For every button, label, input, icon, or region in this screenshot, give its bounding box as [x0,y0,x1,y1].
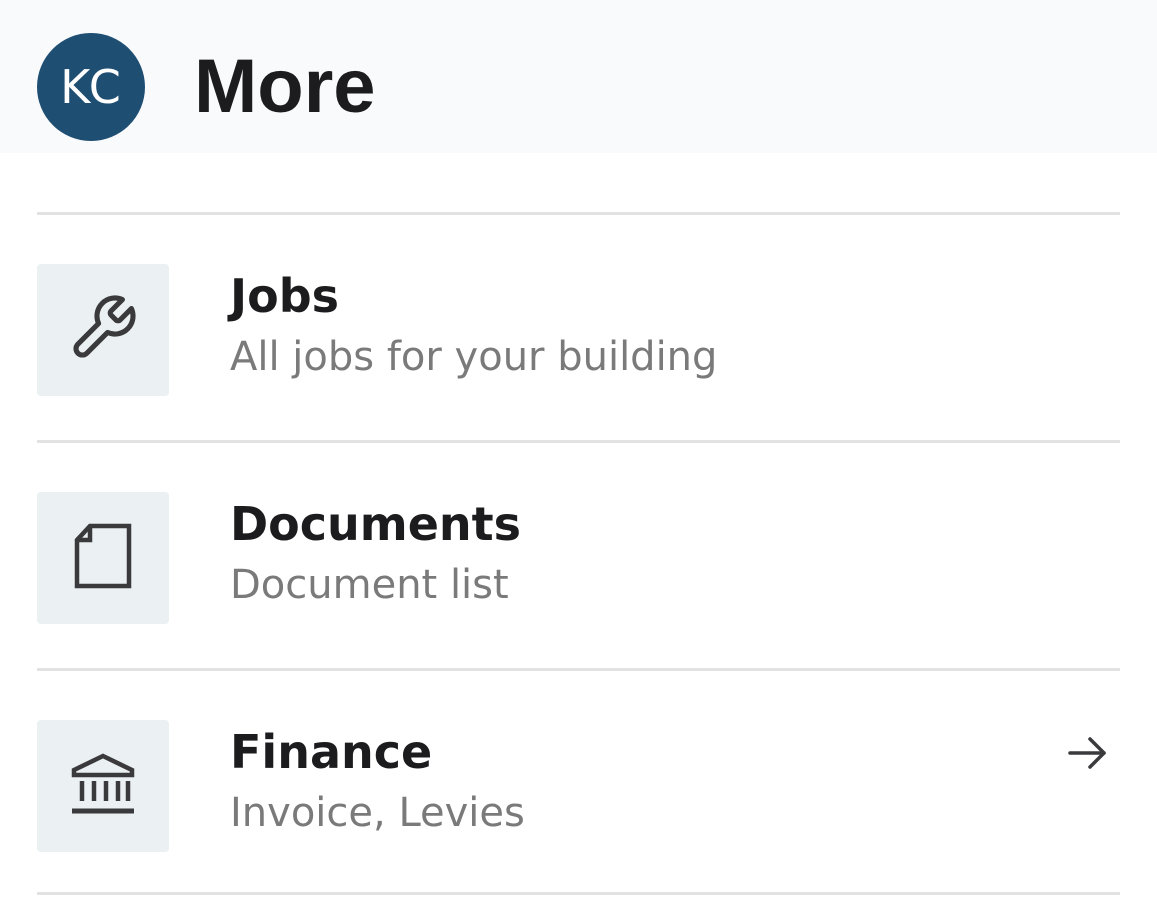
icon-tile [37,492,169,624]
icon-tile [37,720,169,852]
page-header: KC More [0,0,1157,153]
avatar[interactable]: KC [37,33,145,141]
menu-item-title: Jobs [230,269,340,323]
document-icon [71,522,135,595]
menu-item-jobs[interactable]: Jobs All jobs for your building [37,215,1120,443]
page-title: More [194,44,376,129]
menu-item-subtitle: Invoice, Levies [230,790,525,836]
menu-item-subtitle: All jobs for your building [230,334,718,380]
wrench-icon [67,292,139,369]
icon-tile [37,264,169,396]
menu-item-title: Documents [230,497,522,551]
menu-item-subtitle: Document list [230,562,509,608]
menu-list: Jobs All jobs for your building Document… [37,212,1120,895]
menu-item-documents[interactable]: Documents Document list [37,443,1120,671]
menu-item-title: Finance [230,725,433,779]
bank-icon [70,751,136,822]
menu-item-finance[interactable]: Finance Invoice, Levies [37,671,1120,895]
arrow-right-icon[interactable] [1066,731,1110,775]
